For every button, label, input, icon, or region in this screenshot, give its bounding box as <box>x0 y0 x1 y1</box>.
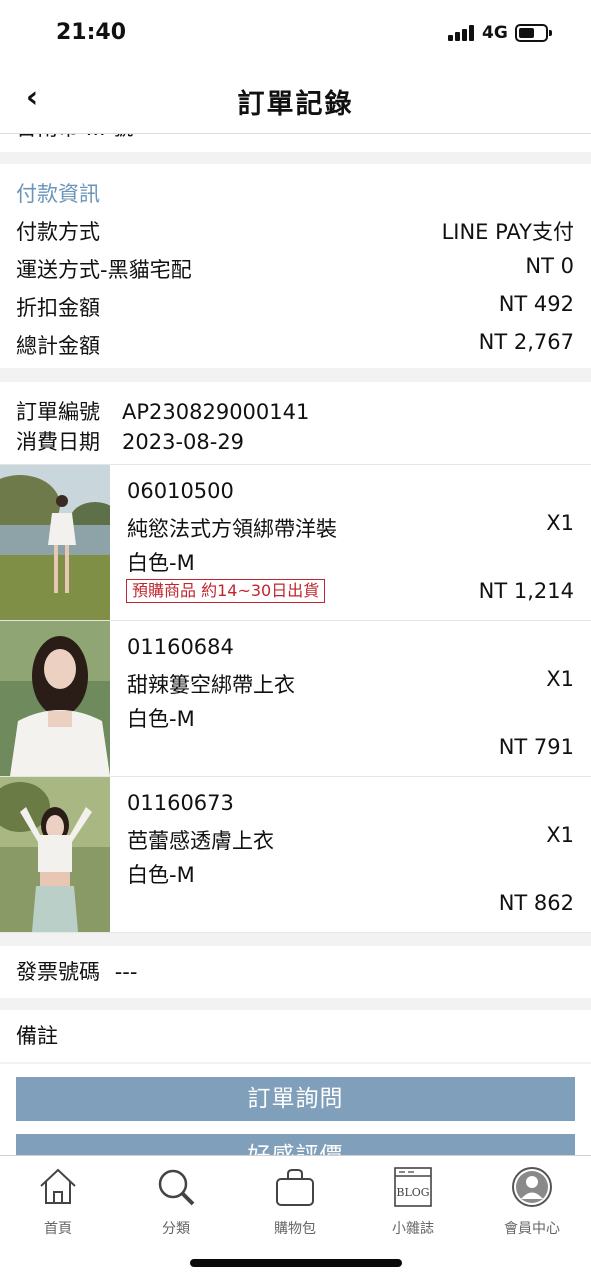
product-price: NT 791 <box>498 735 574 759</box>
product-image[interactable] <box>0 621 110 776</box>
product-qty: X1 <box>546 511 574 535</box>
invoice-label: 發票號碼 <box>16 960 100 984</box>
shipping-value: NT 0 <box>525 254 574 278</box>
shipping-row: 運送方式-黑貓宅配 NT 0 <box>16 254 574 290</box>
product-name[interactable]: 甜辣簍空綁帶上衣 <box>127 669 295 699</box>
order-date-label: 消費日期 <box>16 430 100 454</box>
home-indicator <box>190 1259 402 1267</box>
product-item[interactable]: 01160673 芭蕾感透膚上衣 白色-M X1 NT 862 <box>0 777 591 933</box>
action-buttons: 訂單詢問 好感評價 <box>0 1064 591 1155</box>
product-name[interactable]: 芭蕾感透膚上衣 <box>127 825 274 855</box>
invoice-row: 發票號碼 --- <box>16 956 137 986</box>
product-item[interactable]: 01160684 甜辣簍空綁帶上衣 白色-M X1 NT 791 <box>0 621 591 777</box>
tab-magazine-label: 小雜誌 <box>392 1221 434 1237</box>
payment-method-label: 付款方式 <box>16 220 100 244</box>
page-title: 訂單記錄 <box>237 89 354 120</box>
product-variant: 白色-M <box>127 551 195 575</box>
address-row: 台南市 ... 號 <box>0 134 591 152</box>
product-variant: 白色-M <box>127 707 195 731</box>
tab-member[interactable]: 會員中心 <box>482 1166 582 1238</box>
total-value: NT 2,767 <box>478 330 574 354</box>
network-label: 4G <box>482 23 508 43</box>
discount-value: NT 492 <box>498 292 574 316</box>
product-qty: X1 <box>546 667 574 691</box>
product-name[interactable]: 純慾法式方領綁帶洋裝 <box>127 513 337 543</box>
product-code: 01160684 <box>127 635 234 659</box>
payment-heading: 付款資訊 <box>16 182 100 206</box>
discount-label: 折扣金額 <box>16 296 100 320</box>
tab-bag[interactable]: 購物包 <box>245 1166 345 1238</box>
note-section: 備註 <box>0 1010 591 1062</box>
tab-bag-label: 購物包 <box>274 1221 316 1237</box>
product-price: NT 1,214 <box>478 579 574 603</box>
member-icon <box>511 1166 553 1208</box>
product-price: NT 862 <box>498 891 574 915</box>
status-bar: 21:40 4G <box>0 0 591 68</box>
order-number-row: 訂單編號 AP230829000141 <box>16 396 309 426</box>
home-icon <box>37 1166 79 1208</box>
tab-magazine[interactable]: BLOG 小雜誌 <box>363 1166 463 1238</box>
shipping-label: 運送方式-黑貓宅配 <box>16 258 192 282</box>
battery-icon <box>515 24 552 42</box>
blog-icon: BLOG <box>392 1166 434 1208</box>
order-date-row: 消費日期 2023-08-29 <box>16 426 244 456</box>
order-number-label: 訂單編號 <box>16 400 100 424</box>
product-code: 01160673 <box>127 791 234 815</box>
tab-member-label: 會員中心 <box>504 1221 560 1237</box>
product-qty: X1 <box>546 823 574 847</box>
tab-home[interactable]: 首頁 <box>8 1166 108 1238</box>
review-button[interactable]: 好感評價 <box>16 1134 575 1155</box>
payment-section: 付款資訊 付款方式 LINE PAY支付 運送方式-黑貓宅配 NT 0 折扣金額… <box>0 164 591 368</box>
discount-row: 折扣金額 NT 492 <box>16 292 574 328</box>
status-time: 21:40 <box>56 20 127 45</box>
tab-bar: 首頁 分類 購物包 BLOG 小雜誌 會員中心 <box>0 1155 591 1279</box>
tab-category-label: 分類 <box>162 1221 190 1237</box>
order-detail-content[interactable]: 台南市 ... 號 付款資訊 付款方式 LINE PAY支付 運送方式-黑貓宅配… <box>0 134 591 1155</box>
address-text: 台南市 ... 號 <box>16 134 133 142</box>
order-inquiry-button[interactable]: 訂單詢問 <box>16 1077 575 1121</box>
signal-icon <box>448 25 476 41</box>
order-date: 2023-08-29 <box>122 430 245 454</box>
note-label: 備註 <box>16 1024 58 1048</box>
payment-method-row: 付款方式 LINE PAY支付 <box>16 216 574 252</box>
preorder-badge: 預購商品 約14~30日出貨 <box>126 579 326 603</box>
product-code: 06010500 <box>127 479 234 503</box>
product-image[interactable] <box>0 777 110 932</box>
product-list: 06010500 純慾法式方領綁帶洋裝 白色-M X1 預購商品 約14~30日… <box>0 464 591 933</box>
invoice-value: --- <box>114 960 138 984</box>
search-icon <box>155 1166 197 1208</box>
nav-bar: ‹ 訂單記錄 <box>0 68 591 134</box>
bag-icon <box>274 1166 316 1208</box>
order-section: 訂單編號 AP230829000141 消費日期 2023-08-29 0601… <box>0 382 591 933</box>
blog-icon-text: BLOG <box>396 1186 429 1199</box>
product-item[interactable]: 06010500 純慾法式方領綁帶洋裝 白色-M X1 預購商品 約14~30日… <box>0 465 591 621</box>
total-row: 總計金額 NT 2,767 <box>16 330 574 366</box>
tab-home-label: 首頁 <box>44 1221 72 1237</box>
invoice-section: 發票號碼 --- <box>0 946 591 998</box>
tab-category[interactable]: 分類 <box>126 1166 226 1238</box>
payment-method-value: LINE PAY支付 <box>441 220 574 244</box>
product-image[interactable] <box>0 465 110 620</box>
total-label: 總計金額 <box>16 334 100 358</box>
order-number: AP230829000141 <box>122 400 310 424</box>
product-variant: 白色-M <box>127 863 195 887</box>
